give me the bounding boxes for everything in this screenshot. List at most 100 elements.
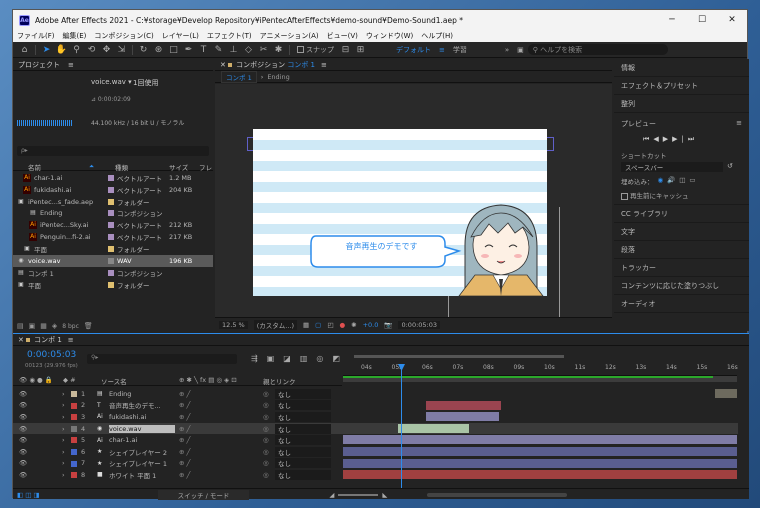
layer-row[interactable]: 👁 › 1 ▤ Ending ⊕ ╱ ◎ なし bbox=[13, 388, 738, 400]
breadcrumb-next[interactable]: Ending bbox=[267, 73, 289, 81]
workspace-default[interactable]: デフォルト bbox=[396, 45, 431, 55]
home-icon[interactable]: ⌂ bbox=[17, 45, 32, 55]
help-search[interactable]: ⚲ ヘルプを検索 bbox=[527, 44, 668, 55]
menu-item-5[interactable]: アニメーション(A) bbox=[260, 31, 319, 41]
panel-align[interactable]: 整列 bbox=[614, 95, 749, 113]
new-adjust-icon[interactable]: ◈ bbox=[52, 322, 57, 330]
parent-select[interactable]: なし bbox=[275, 469, 331, 480]
layer-row[interactable]: 👁 › 5 Ai char-1.ai ⊕ ╱ ◎ なし bbox=[13, 434, 738, 446]
col-parent[interactable]: 親とリンク bbox=[263, 376, 296, 386]
shy-icon[interactable]: ◪ bbox=[283, 354, 291, 363]
layer-duration-bar[interactable] bbox=[398, 423, 470, 433]
clone-tool-icon[interactable]: ⊥ bbox=[226, 45, 241, 55]
twirl-arrow-icon[interactable]: › bbox=[62, 425, 65, 433]
col-type[interactable]: 種類 bbox=[115, 162, 128, 172]
twirl-arrow-icon[interactable]: › bbox=[62, 413, 65, 421]
zoom-slider[interactable] bbox=[338, 493, 379, 496]
project-item[interactable]: ▣ 平面 フォルダー bbox=[13, 243, 213, 255]
twirl-arrow-icon[interactable]: › bbox=[62, 459, 65, 467]
layer-label-swatch[interactable] bbox=[71, 402, 77, 409]
pickwhip-icon[interactable]: ◎ bbox=[263, 425, 269, 433]
breadcrumb-active[interactable]: コンポ 1 bbox=[221, 70, 257, 83]
layer-duration-bar[interactable] bbox=[343, 435, 737, 445]
anchor-tool-icon[interactable]: ⊛ bbox=[151, 45, 166, 55]
maximize-button[interactable]: ☐ bbox=[687, 15, 717, 25]
video-toggle-icon[interactable]: ◉ bbox=[658, 176, 664, 186]
workspace-menu-icon[interactable]: ≡ bbox=[439, 46, 445, 54]
menu-item-6[interactable]: ビュー(V) bbox=[327, 31, 358, 41]
comp-menu-icon[interactable]: ≡ bbox=[321, 61, 327, 69]
trash-icon[interactable]: 🗑 bbox=[84, 322, 93, 330]
exposure-value[interactable]: +0.0 bbox=[363, 321, 379, 329]
layer-duration-bar[interactable] bbox=[343, 470, 737, 480]
rect-tool-icon[interactable]: □ bbox=[166, 45, 181, 55]
project-search[interactable]: ρ▸ bbox=[17, 146, 209, 156]
menu-item-8[interactable]: ヘルプ(H) bbox=[421, 31, 453, 41]
mask-icon[interactable]: ▢ bbox=[315, 321, 321, 329]
project-item[interactable]: ▤ コンポ 1 コンポジション bbox=[13, 267, 213, 279]
text-tool-icon[interactable]: T bbox=[196, 45, 211, 55]
panel-content-aware-fill[interactable]: コンテンツに応じた塗りつぶし bbox=[614, 277, 749, 295]
comp-panel-header[interactable]: ✕ コンポジション コンポ 1 ≡ bbox=[215, 59, 612, 71]
region-icon[interactable]: ◰ bbox=[327, 321, 333, 329]
parent-select[interactable]: なし bbox=[275, 458, 331, 469]
parent-select[interactable]: なし bbox=[275, 423, 331, 434]
panel-menu-icon[interactable]: ≡ bbox=[68, 61, 74, 69]
panel-character[interactable]: 文字 bbox=[614, 223, 749, 241]
pickwhip-icon[interactable]: ◎ bbox=[263, 459, 269, 467]
close-button[interactable]: ✕ bbox=[717, 15, 747, 25]
twirl-arrow-icon[interactable]: › bbox=[62, 448, 65, 456]
pickwhip-icon[interactable]: ◎ bbox=[263, 471, 269, 479]
pickwhip-icon[interactable]: ◎ bbox=[263, 401, 269, 409]
exposure-icon[interactable]: ✺ bbox=[351, 321, 356, 329]
snap-checkbox[interactable]: スナップ bbox=[297, 45, 334, 55]
parent-select[interactable]: なし bbox=[275, 400, 331, 411]
panel-info[interactable]: 情報 bbox=[614, 59, 749, 77]
sort-icon[interactable]: ⏶ bbox=[89, 162, 94, 171]
shortcut-select[interactable]: スペースバー bbox=[621, 162, 723, 172]
snapshot-icon[interactable]: 📷 bbox=[384, 321, 392, 329]
audio-toggle-icon[interactable]: 🔊 bbox=[667, 176, 675, 186]
close-timeline-icon[interactable]: ✕ bbox=[18, 336, 26, 344]
layer-name[interactable]: Ending bbox=[109, 390, 175, 398]
orbit-tool-icon[interactable]: ⟲ bbox=[84, 45, 99, 55]
layer-row[interactable]: 👁 › 6 ★ シェイプレイヤー 2 ⊕ ╱ ◎ なし bbox=[13, 446, 738, 458]
comp-flowchart-icon[interactable]: ⇶ bbox=[251, 354, 258, 363]
channel-icon[interactable]: ● bbox=[339, 321, 345, 329]
selected-item-name[interactable]: voice.wav ▾ bbox=[91, 78, 132, 86]
layer-duration-bar[interactable] bbox=[715, 389, 737, 398]
workspace-learn[interactable]: 学習 bbox=[453, 45, 467, 55]
menu-item-7[interactable]: ウィンドウ(W) bbox=[366, 31, 413, 41]
visibility-eye-icon[interactable]: 👁 bbox=[19, 390, 27, 398]
pan-tool-icon[interactable]: ✥ bbox=[99, 45, 114, 55]
menu-item-0[interactable]: ファイル(F) bbox=[17, 31, 55, 41]
menu-item-1[interactable]: 編集(E) bbox=[63, 31, 87, 41]
last-frame-icon[interactable]: ⏭ bbox=[688, 135, 698, 143]
panel-paragraph[interactable]: 段落 bbox=[614, 241, 749, 259]
twirl-arrow-icon[interactable]: › bbox=[62, 390, 65, 398]
frame-blend-icon[interactable]: ▥ bbox=[300, 354, 308, 363]
project-item[interactable]: ▣ iPentec...s_fade.aep フォルダー bbox=[13, 196, 213, 208]
visibility-eye-icon[interactable]: 👁 bbox=[19, 401, 27, 409]
layer-switches-icon[interactable]: ⊕ ╱ bbox=[179, 401, 190, 409]
project-item[interactable]: ◉ voice.wav WAV 196 KB bbox=[13, 255, 213, 267]
pickwhip-icon[interactable]: ◎ bbox=[263, 390, 269, 398]
dolly-tool-icon[interactable]: ⇲ bbox=[114, 45, 129, 55]
layer-switches-icon[interactable]: ⊕ ╱ bbox=[179, 413, 190, 421]
bpc-label[interactable]: 8 bpc bbox=[62, 323, 79, 330]
minimize-button[interactable]: ─ bbox=[657, 15, 687, 25]
parent-select[interactable]: なし bbox=[275, 435, 331, 446]
layer-switches-icon[interactable]: ⊕ ╱ bbox=[179, 390, 190, 398]
visibility-eye-icon[interactable]: 👁 bbox=[19, 459, 27, 467]
overlay-toggle-icon[interactable]: ◫ bbox=[679, 176, 685, 186]
new-comp-icon[interactable]: ▦ bbox=[40, 322, 47, 330]
layer-name[interactable]: fukidashi.ai bbox=[109, 413, 175, 421]
layers-toggle-icon[interactable]: ▭ bbox=[689, 176, 695, 186]
parent-select[interactable]: なし bbox=[275, 388, 331, 399]
first-frame-icon[interactable]: ⏮ bbox=[643, 135, 653, 143]
comp-timecode[interactable]: 0:00:05:03 bbox=[398, 320, 441, 329]
layer-duration-bar[interactable] bbox=[343, 458, 737, 468]
grid-icon[interactable]: ▦ bbox=[303, 321, 309, 329]
reset-icon[interactable]: ↺ bbox=[727, 162, 733, 172]
folder-icon[interactable]: ▣ bbox=[29, 322, 36, 330]
